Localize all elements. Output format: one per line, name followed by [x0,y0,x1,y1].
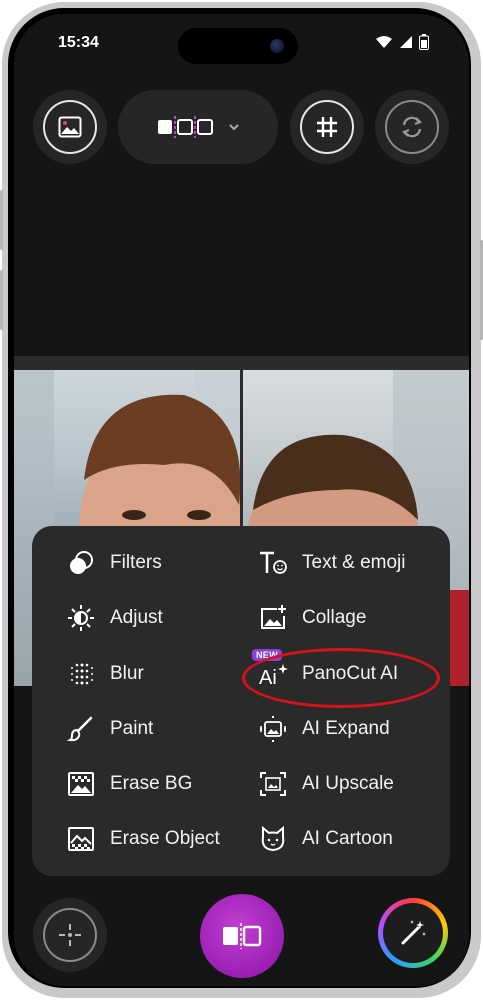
tools-menu: Filters Adjust Blur Paint Erase BG Erase… [32,526,450,876]
image-icon [58,116,82,138]
position-button-ring [43,908,97,962]
menu-item-text-emoji[interactable]: Text & emoji [258,543,405,583]
rotate-button[interactable] [375,90,449,164]
menu-item-paint[interactable]: Paint [66,709,153,749]
svg-text:Ai: Ai [259,667,277,688]
battery-icon [419,34,429,50]
status-bar: 15:34 [14,14,469,74]
cat-face-icon [258,824,288,854]
magic-button-inner [383,903,443,963]
status-time: 15:34 [58,34,99,51]
menu-item-ai-upscale[interactable]: AI Upscale [258,764,394,804]
menu-label: Erase BG [110,773,193,794]
rotate-button-ring [385,100,439,154]
top-toolbar [14,90,469,170]
menu-label: Text & emoji [302,552,406,573]
menu-item-collage[interactable]: Collage [258,598,366,638]
menu-item-panocut-ai[interactable]: NEW Ai PanoCut AI [252,649,399,694]
filters-icon [66,548,96,578]
menu-label: Adjust [110,607,163,628]
menu-item-ai-expand[interactable]: AI Expand [258,709,390,749]
crosshair-move-icon [59,924,81,946]
chevron-down-icon [229,124,239,131]
layout-main-button[interactable] [200,894,284,978]
wifi-icon [376,36,392,48]
gallery-button-ring [43,100,97,154]
signal-icon [400,36,412,48]
front-camera [270,39,284,53]
layout-selector[interactable] [118,90,278,164]
magic-wand-icon [401,920,426,945]
split-layout-icon [223,923,262,949]
ai-sparkle-icon: NEW Ai [252,649,288,689]
new-badge: NEW [252,649,282,661]
menu-label: AI Upscale [302,773,394,794]
side-button [0,190,3,250]
grid-toggle-button[interactable] [290,90,364,164]
grid-button-ring [300,100,354,154]
hashtag-grid-icon [317,117,337,137]
collage-icon [258,603,288,633]
menu-item-ai-cartoon[interactable]: AI Cartoon [258,819,393,859]
gallery-button[interactable] [33,90,107,164]
menu-label: Collage [302,607,367,628]
ai-expand-icon [258,714,288,744]
menu-item-blur[interactable]: Blur [66,654,144,694]
brightness-icon [66,603,96,633]
rotate-icon [402,116,422,138]
erase-object-icon [66,824,96,854]
menu-label: AI Expand [302,718,390,739]
erase-bg-icon [66,769,96,799]
brush-icon [66,714,96,744]
three-panel-layout-icon [158,116,213,138]
menu-item-adjust[interactable]: Adjust [66,598,163,638]
menu-label: Filters [110,552,162,573]
app-screen: 15:34 Filters Adjust Blur Paint Erase BG… [14,14,469,986]
menu-label: AI Cartoon [302,828,393,849]
blur-dots-icon [66,659,96,689]
text-emoji-icon [258,548,288,578]
side-button [0,270,3,330]
position-adjust-button[interactable] [33,898,107,972]
bottom-toolbar [14,894,469,984]
menu-item-erase-bg[interactable]: Erase BG [66,764,192,804]
magic-wand-button[interactable] [378,898,448,968]
menu-label: Paint [110,718,154,739]
menu-label: Blur [110,663,144,684]
ai-upscale-icon [258,769,288,799]
dynamic-island [178,28,298,64]
menu-item-filters[interactable]: Filters [66,543,162,583]
menu-label: PanoCut AI [302,663,399,684]
menu-label: Erase Object [110,828,220,849]
menu-item-erase-object[interactable]: Erase Object [66,819,220,859]
status-icons [375,34,429,50]
